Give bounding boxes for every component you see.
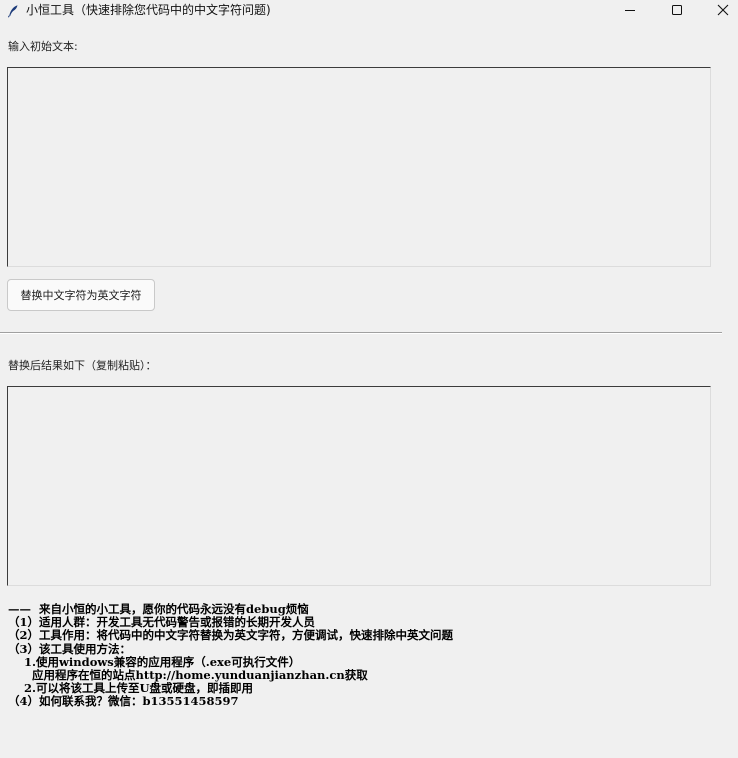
input-textarea[interactable] xyxy=(7,67,711,267)
window-title: 小恒工具（快速排除您代码中的中文字符问题) xyxy=(26,3,271,17)
feather-icon xyxy=(6,3,20,18)
maximize-button[interactable] xyxy=(654,0,700,21)
info-line-usage-heading: （3）该工具使用方法： xyxy=(8,641,132,656)
info-line-contact: （4）如何联系我？微信：b13551458597 xyxy=(8,694,239,709)
output-label: 替换后结果如下（复制粘贴）： xyxy=(8,359,157,372)
separator xyxy=(0,332,722,334)
output-textarea[interactable] xyxy=(7,386,711,586)
info-line-purpose: （2）工具作用：将代码中的中文字符替换为英文字符，方便调试，快速排除中英文问题 xyxy=(8,628,453,643)
info-line-usage-step-1: 1.使用windows兼容的应用程序（.exe可执行文件） xyxy=(8,654,301,669)
input-label: 输入初始文本: xyxy=(8,40,78,53)
minimize-button[interactable] xyxy=(607,0,653,21)
title-bar: 小恒工具（快速排除您代码中的中文字符问题) xyxy=(0,0,738,21)
close-button[interactable] xyxy=(700,0,738,21)
info-panel: —— 来自小恒的小工具，愿你的代码永远没有debug烦恼 （1）适用人群：开发工… xyxy=(8,602,734,709)
replace-button[interactable]: 替换中文字符为英文字符 xyxy=(7,279,155,311)
